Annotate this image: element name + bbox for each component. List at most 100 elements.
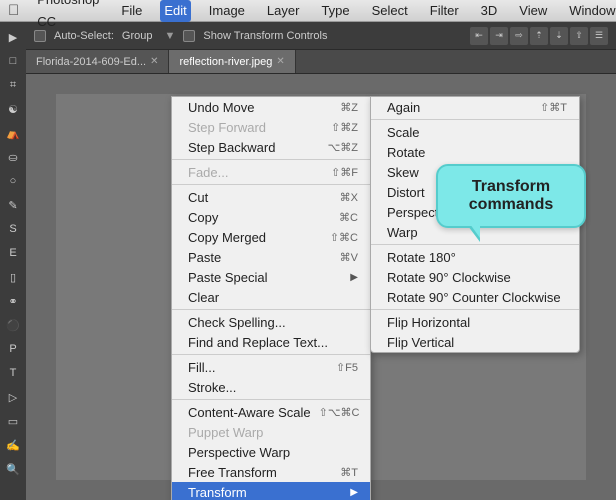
pen-tool[interactable]: P bbox=[2, 338, 24, 360]
menu-item-shortcut: ⌘V bbox=[340, 251, 358, 264]
type-tool[interactable]: T bbox=[2, 362, 24, 384]
transform-item-flip-horizontal[interactable]: Flip Horizontal bbox=[371, 312, 579, 332]
transform-item-distort[interactable]: Distort bbox=[371, 182, 579, 202]
tab-florida-close[interactable]: ✕ bbox=[150, 56, 158, 67]
tool-panel: ▶ □ ⌗ ☯ ⛺ ⛀ ○ ✎ S E ▯ ⚭ ⚫ P T ▷ ▭ ✍ 🔍 bbox=[0, 22, 26, 500]
submenu-arrow-icon: ▶ bbox=[350, 487, 358, 498]
transform-item-warp[interactable]: Warp bbox=[371, 222, 579, 242]
menu-item-stroke---[interactable]: Stroke... bbox=[172, 377, 370, 397]
align-bottom-icon[interactable]: ⇧ bbox=[570, 27, 588, 45]
move-tool[interactable]: ▶ bbox=[2, 26, 24, 48]
menu-item-label: Step Backward bbox=[188, 140, 320, 155]
hand-tool[interactable]: ✍ bbox=[2, 434, 24, 456]
menu-divider bbox=[172, 309, 370, 310]
menu-select[interactable]: Select bbox=[368, 0, 412, 22]
align-middle-icon[interactable]: ⇣ bbox=[550, 27, 568, 45]
menu-item-label: Puppet Warp bbox=[188, 425, 358, 440]
transform-item-rotate[interactable]: Rotate bbox=[371, 142, 579, 162]
menu-item-free-transform[interactable]: Free Transform⌘T bbox=[172, 462, 370, 482]
menu-item-label: Stroke... bbox=[188, 380, 358, 395]
menu-layer[interactable]: Layer bbox=[263, 0, 304, 22]
transform-item-flip-vertical[interactable]: Flip Vertical bbox=[371, 332, 579, 352]
menu-item-fill---[interactable]: Fill...⇧F5 bbox=[172, 357, 370, 377]
crop-tool[interactable]: ⛺ bbox=[2, 122, 24, 144]
eraser-tool[interactable]: E bbox=[2, 242, 24, 264]
transform-item-rotate-----counter-clockwise[interactable]: Rotate 90° Counter Clockwise bbox=[371, 287, 579, 307]
menu-divider bbox=[371, 119, 579, 120]
menu-divider bbox=[172, 354, 370, 355]
transform-label: Show Transform Controls bbox=[203, 30, 327, 42]
transform-item-again[interactable]: Again⇧⌘T bbox=[371, 97, 579, 117]
menu-type[interactable]: Type bbox=[317, 0, 353, 22]
apple-menu[interactable]:  bbox=[8, 2, 19, 19]
transform-item-skew[interactable]: Skew bbox=[371, 162, 579, 182]
tab-florida[interactable]: Florida-2014-609-Ed... ✕ bbox=[26, 50, 169, 73]
menu-3d[interactable]: 3D bbox=[477, 0, 502, 22]
menu-item-shortcut: ⇧⌘Z bbox=[331, 121, 358, 134]
lasso-tool[interactable]: ⌗ bbox=[2, 74, 24, 96]
canvas-area: Undo Move⌘Z Step Forward ⇧⌘Z Step Backward⌥… bbox=[26, 74, 616, 500]
path-tool[interactable]: ▷ bbox=[2, 386, 24, 408]
shape-tool[interactable]: ▭ bbox=[2, 410, 24, 432]
dodge-tool[interactable]: ⚫ bbox=[2, 314, 24, 336]
menu-item-content-aware-scale[interactable]: Content-Aware Scale⇧⌥⌘C bbox=[172, 402, 370, 422]
transform-item-label: Rotate 180° bbox=[387, 250, 567, 265]
marquee-tool[interactable]: □ bbox=[2, 50, 24, 72]
transform-item-label: Perspective bbox=[387, 205, 567, 220]
quick-select-tool[interactable]: ☯ bbox=[2, 98, 24, 120]
distribute-icon[interactable]: ☰ bbox=[590, 27, 608, 45]
healing-tool[interactable]: ○ bbox=[2, 170, 24, 192]
align-left-icon[interactable]: ⇤ bbox=[470, 27, 488, 45]
menu-item-shortcut: ⌘C bbox=[339, 211, 358, 224]
menu-item-transform[interactable]: Transform▶ bbox=[172, 482, 370, 500]
menu-edit[interactable]: Edit bbox=[160, 0, 190, 22]
menu-view[interactable]: View bbox=[515, 0, 551, 22]
menu-item-find-and-replace-text---[interactable]: Find and Replace Text... bbox=[172, 332, 370, 352]
menu-item-label: Step Forward bbox=[188, 120, 323, 135]
menu-image[interactable]: Image bbox=[205, 0, 249, 22]
transform-checkbox[interactable] bbox=[183, 30, 195, 42]
options-bar: Auto-Select: Group ▼ Show Transform Cont… bbox=[26, 22, 616, 50]
transform-item-perspective[interactable]: Perspective bbox=[371, 202, 579, 222]
menu-item-perspective-warp[interactable]: Perspective Warp bbox=[172, 442, 370, 462]
menu-item-label: Paste bbox=[188, 250, 332, 265]
align-center-icon[interactable]: ⇥ bbox=[490, 27, 508, 45]
transform-item-rotate-----[interactable]: Rotate 180° bbox=[371, 247, 579, 267]
transform-item-scale[interactable]: Scale bbox=[371, 122, 579, 142]
menu-item-paste[interactable]: Paste ⌘V bbox=[172, 247, 370, 267]
menu-photoshop[interactable]: Photoshop CC bbox=[33, 0, 103, 33]
zoom-tool[interactable]: 🔍 bbox=[2, 458, 24, 480]
transform-item-label: Flip Vertical bbox=[387, 335, 567, 350]
transform-item-rotate-----clockwise[interactable]: Rotate 90° Clockwise bbox=[371, 267, 579, 287]
menu-divider bbox=[172, 184, 370, 185]
menu-item-shortcut: ⌘T bbox=[340, 466, 358, 479]
blur-tool[interactable]: ⚭ bbox=[2, 290, 24, 312]
brush-tool[interactable]: ✎ bbox=[2, 194, 24, 216]
menu-item-step-backward[interactable]: Step Backward⌥⌘Z bbox=[172, 137, 370, 157]
menu-item-label: Fill... bbox=[188, 360, 328, 375]
menu-item-clear[interactable]: Clear bbox=[172, 287, 370, 307]
menu-item-copy-merged[interactable]: Copy Merged⇧⌘C bbox=[172, 227, 370, 247]
menu-item-undo-move[interactable]: Undo Move⌘Z bbox=[172, 97, 370, 117]
tab-reflection[interactable]: reflection-river.jpeg ✕ bbox=[169, 50, 295, 73]
menu-item-check-spelling---[interactable]: Check Spelling... bbox=[172, 312, 370, 332]
tab-reflection-close[interactable]: ✕ bbox=[276, 56, 284, 67]
menu-item-label: Content-Aware Scale bbox=[188, 405, 311, 420]
menu-window[interactable]: Window bbox=[565, 0, 616, 22]
align-right-icon[interactable]: ⇨ bbox=[510, 27, 528, 45]
tab-reflection-label: reflection-river.jpeg bbox=[179, 56, 272, 68]
align-top-icon[interactable]: ⇡ bbox=[530, 27, 548, 45]
eyedropper-tool[interactable]: ⛀ bbox=[2, 146, 24, 168]
menu-item-cut[interactable]: Cut⌘X bbox=[172, 187, 370, 207]
menu-divider bbox=[172, 399, 370, 400]
menu-item-paste-special[interactable]: Paste Special▶ bbox=[172, 267, 370, 287]
menu-item-copy[interactable]: Copy⌘C bbox=[172, 207, 370, 227]
transform-item-label: Rotate 90° Clockwise bbox=[387, 270, 567, 285]
menu-bar:  Photoshop CC File Edit Image Layer Typ… bbox=[0, 0, 616, 22]
menu-file[interactable]: File bbox=[117, 0, 146, 22]
menu-item-puppet-warp: Puppet Warp bbox=[172, 422, 370, 442]
menu-item-shortcut: ⌘Z bbox=[340, 101, 358, 114]
clone-tool[interactable]: S bbox=[2, 218, 24, 240]
gradient-tool[interactable]: ▯ bbox=[2, 266, 24, 288]
menu-filter[interactable]: Filter bbox=[426, 0, 463, 22]
